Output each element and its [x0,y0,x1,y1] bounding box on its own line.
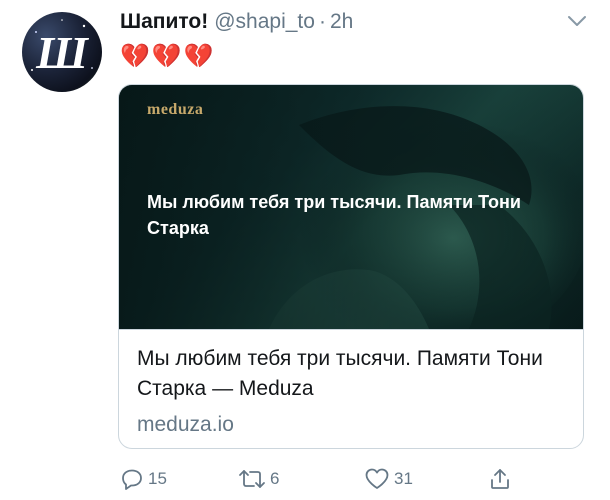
brand-logo: meduza [147,101,204,118]
display-name[interactable]: Шапито! [120,10,208,34]
retweet-button[interactable]: 6 [238,464,279,494]
user-handle[interactable]: @shapi_to [214,10,315,34]
card-body[interactable]: Мы любим тебя три тысячи. Памяти Тони Ст… [119,329,583,448]
reply-count: 15 [148,469,167,488]
chevron-down-icon[interactable] [567,14,587,28]
card-title: Мы любим тебя три тысячи. Памяти Тони Ст… [137,347,543,400]
shapito-logo-icon: Ш [31,19,93,78]
tweet-text: 💔💔💔 [120,43,216,70]
action-bar: 15 6 31 [120,464,590,494]
reply-icon [122,469,142,490]
image-headline: Мы любим тебя три тысячи. Памяти Тони Ст… [147,192,521,238]
share-icon [491,469,509,489]
card-domain: meduza.io [137,413,234,436]
like-count: 31 [394,469,413,488]
svg-text:Ш: Ш [35,27,89,78]
card-image[interactable]: meduza Мы любим тебя три тысячи. Памяти … [119,85,583,329]
reply-button[interactable]: 15 [120,464,167,494]
like-button[interactable]: 31 [364,464,413,494]
retweet-icon [239,470,265,488]
avatar[interactable]: Ш [22,12,102,92]
tweet: Ш Шапито! @shapi_to · 2h 💔💔💔 meduza Мы л… [0,0,610,500]
tweet-header: Шапито! @shapi_to · 2h [120,10,353,40]
share-button[interactable] [488,464,512,494]
timestamp[interactable]: 2h [330,10,353,34]
link-card[interactable]: meduza Мы любим тебя три тысячи. Памяти … [118,84,584,449]
separator-dot: · [318,10,326,33]
heart-icon [365,468,389,489]
retweet-count: 6 [270,469,280,488]
